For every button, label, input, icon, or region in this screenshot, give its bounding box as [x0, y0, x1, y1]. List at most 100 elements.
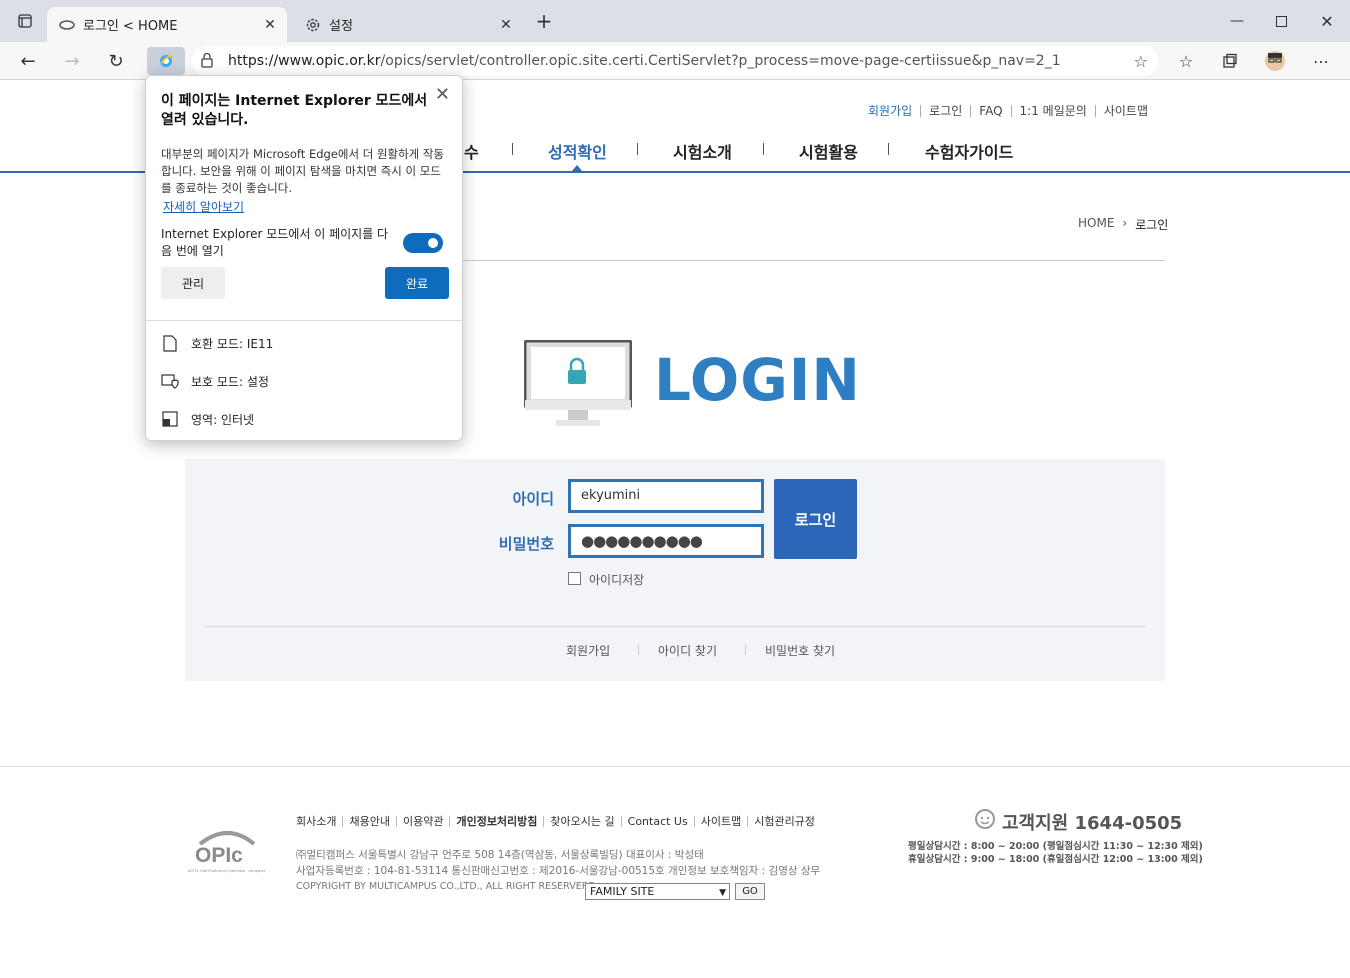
ie-mode-popup: 이 페이지는 Internet Explorer 모드에서 열려 있습니다. ✕… — [145, 75, 464, 441]
ie-mode-icon[interactable] — [147, 47, 185, 75]
breadcrumb: HOME › 로그인 — [1078, 216, 1168, 233]
family-site-select[interactable]: FAMILY SITE ▼ — [585, 883, 730, 900]
learn-more-link[interactable]: 자세히 알아보기 — [163, 198, 244, 215]
login-title: LOGIN — [654, 346, 861, 414]
tab-title: 로그인 < HOME — [83, 19, 178, 34]
tab-bar: 로그인 < HOME ✕ 설정 ✕ + — ✕ — [0, 0, 1350, 42]
maximize-icon[interactable] — [1268, 8, 1294, 34]
opic-logo-text: OPIc — [195, 844, 243, 867]
collections-icon[interactable] — [1217, 48, 1243, 74]
footer-link-recruit[interactable]: 채용안내 — [342, 816, 395, 827]
chevron-down-icon: ▼ — [719, 888, 726, 898]
footer-copyright: COPYRIGHT BY MULTICAMPUS CO.,LTD., ALL R… — [296, 881, 599, 892]
nav-item-intro[interactable]: 시험소개 — [673, 139, 732, 163]
weekday-hours: 평일상담시간 : 8:00 ~ 20:00 (평일점심시간 11:30 ~ 12… — [908, 841, 1203, 852]
more-menu-icon[interactable]: ⋯ — [1308, 48, 1334, 74]
breadcrumb-home[interactable]: HOME — [1078, 216, 1114, 233]
password-input[interactable]: ●●●●●●●●●● — [568, 524, 764, 558]
id-input[interactable]: ekyumini — [568, 479, 764, 513]
save-id-checkbox[interactable] — [568, 572, 581, 585]
footer-registration: 사업자등록번호 : 104-81-53114 통신판매신고번호 : 제2016-… — [296, 865, 821, 877]
ie-mode-toggle[interactable] — [403, 233, 443, 253]
nav-item-apply[interactable]: 수 — [464, 139, 479, 163]
url-text: https://www.opic.or.kr/opics/servlet/con… — [228, 53, 1061, 69]
tab-title: 설정 — [329, 19, 353, 34]
tab-login[interactable]: 로그인 < HOME ✕ — [47, 7, 287, 42]
signup-link[interactable]: 회원가입 — [566, 642, 610, 659]
nav-divider — [763, 143, 764, 155]
footer-link-rules[interactable]: 시험관리규정 — [747, 816, 821, 827]
minimize-icon[interactable]: — — [1224, 8, 1250, 34]
new-tab-icon[interactable]: + — [531, 8, 557, 34]
protected-mode-info: 보호 모드: 설정 — [161, 372, 269, 390]
divider — [205, 626, 1145, 627]
monitor-lock-icon — [523, 339, 633, 430]
footer-link-terms[interactable]: 이용약관 — [395, 816, 449, 827]
zone-icon — [161, 410, 179, 428]
tab-actions-icon[interactable] — [12, 8, 38, 34]
utility-links: 회원가입 로그인 FAQ 1:1 메일문의 사이트맵 — [868, 105, 1156, 117]
footer-address: ㈜멀티캠퍼스 서울특별시 강남구 언주로 508 14층(역삼동, 서울상록빌딩… — [296, 849, 704, 861]
compat-mode-info: 호환 모드: IE11 — [161, 334, 273, 352]
footer-link-company[interactable]: 회사소개 — [296, 816, 342, 827]
util-signup-link[interactable]: 회원가입 — [868, 105, 920, 117]
done-button[interactable]: 완료 — [385, 267, 449, 299]
popup-title: 이 페이지는 Internet Explorer 모드에서 열려 있습니다. — [161, 93, 428, 128]
zone-text: 영역: 인터넷 — [191, 412, 255, 427]
util-mail-link[interactable]: 1:1 메일문의 — [1010, 105, 1095, 117]
footer-link-sitemap[interactable]: 사이트맵 — [693, 816, 747, 827]
customer-support: 고객지원 1644-0505 — [974, 808, 1182, 835]
save-id-label[interactable]: 아이디저장 — [589, 571, 644, 588]
holiday-hours: 휴일상담시간 : 9:00 ~ 18:00 (휴일점심시간 12:00 ~ 13… — [908, 854, 1203, 865]
id-label: 아이디 — [512, 490, 554, 508]
headset-icon — [974, 808, 996, 835]
zone-info: 영역: 인터넷 — [161, 410, 254, 428]
chevron-right-icon: › — [1122, 216, 1128, 230]
divider — [146, 320, 464, 321]
compat-mode-text: 호환 모드: IE11 — [191, 336, 274, 351]
manage-button[interactable]: 관리 — [161, 267, 225, 299]
profile-avatar[interactable] — [1262, 48, 1288, 74]
login-button[interactable]: 로그인 — [774, 479, 857, 559]
forward-icon[interactable]: → — [59, 48, 85, 74]
nav-item-usage[interactable]: 시험활용 — [799, 139, 858, 163]
footer-links: 회사소개 채용안내 이용약관 개인정보처리방침 찾아오시는 길 Contact … — [296, 816, 821, 827]
opic-logo-subtext: ACTFL Oral Proficiency Interview - compu… — [188, 869, 266, 873]
opic-logo: OPIc ACTFL Oral Proficiency Interview - … — [188, 828, 268, 878]
util-sitemap-link[interactable]: 사이트맵 — [1094, 105, 1156, 117]
address-bar[interactable]: https://www.opic.or.kr/opics/servlet/con… — [192, 46, 1158, 76]
link-divider — [638, 644, 639, 655]
tab-settings[interactable]: 설정 ✕ — [293, 7, 523, 42]
favorites-icon[interactable]: ☆ — [1173, 48, 1199, 74]
util-faq-link[interactable]: FAQ — [970, 105, 1010, 117]
toggle-label: Internet Explorer 모드에서 이 페이지를 다음 번에 열기 — [161, 227, 389, 258]
find-id-link[interactable]: 아이디 찾기 — [658, 642, 717, 659]
find-password-link[interactable]: 비밀번호 찾기 — [765, 642, 835, 659]
protected-mode-text: 보호 모드: 설정 — [191, 374, 269, 389]
close-tab-icon[interactable]: ✕ — [259, 17, 281, 33]
nav-item-score[interactable]: 성적확인 — [548, 139, 607, 163]
nav-item-guide[interactable]: 수험자가이드 — [925, 139, 1013, 163]
customer-support-title: 고객지원 1644-0505 — [1002, 812, 1183, 834]
document-icon — [161, 334, 179, 352]
add-favorite-icon[interactable]: ☆ — [1134, 52, 1148, 71]
footer-link-directions[interactable]: 찾아오시는 길 — [543, 816, 620, 827]
breadcrumb-current: 로그인 — [1135, 218, 1169, 232]
link-divider — [745, 644, 746, 655]
nav-divider — [637, 143, 638, 155]
shield-icon — [161, 372, 179, 390]
lock-icon[interactable] — [200, 52, 214, 72]
popup-description: 대부분의 페이지가 Microsoft Edge에서 더 원활하게 작동합니다.… — [161, 147, 445, 195]
close-window-icon[interactable]: ✕ — [1314, 8, 1340, 34]
url-host: https://www.opic.or.kr — [228, 53, 381, 69]
footer-link-privacy[interactable]: 개인정보처리방침 — [449, 816, 543, 827]
back-icon[interactable]: ← — [15, 48, 41, 74]
family-site-go-button[interactable]: GO — [735, 883, 765, 900]
close-tab-icon[interactable]: ✕ — [495, 17, 517, 33]
close-icon[interactable]: ✕ — [435, 84, 450, 105]
refresh-icon[interactable]: ↻ — [103, 48, 129, 74]
footer-link-contact[interactable]: Contact Us — [620, 816, 694, 827]
url-path: /opics/servlet/controller.opic.site.cert… — [380, 53, 1061, 69]
nav-divider — [888, 143, 889, 155]
util-login-link[interactable]: 로그인 — [920, 105, 970, 117]
